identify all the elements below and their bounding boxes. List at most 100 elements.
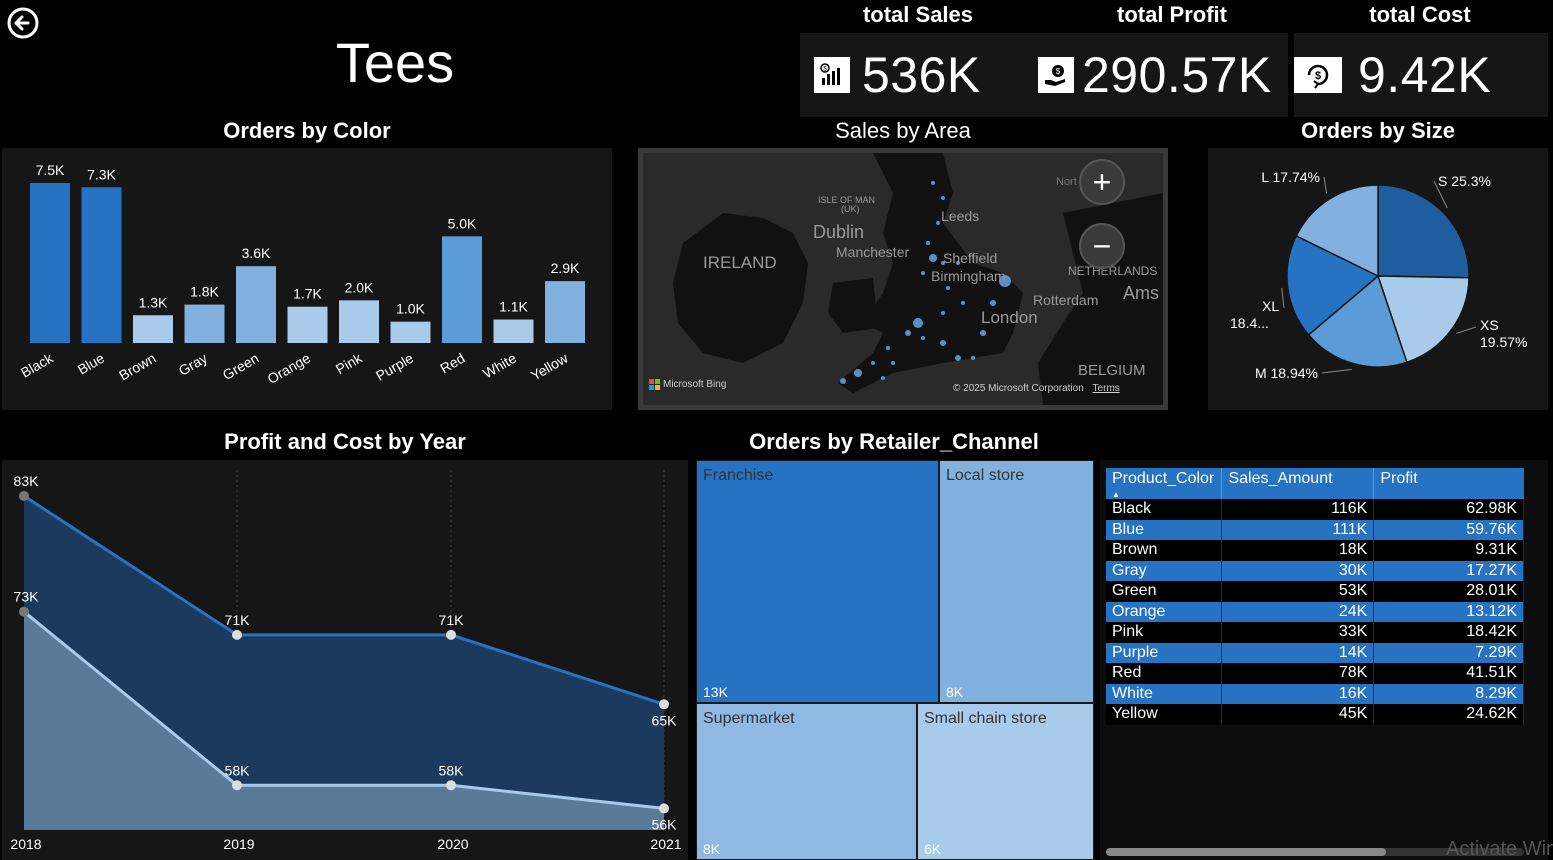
bar[interactable]: [184, 304, 225, 343]
series-point[interactable]: [232, 629, 242, 640]
table-row[interactable]: Red 78K 41.51K: [1106, 663, 1524, 684]
cell-sales-amount: 33K: [1221, 622, 1375, 643]
bar[interactable]: [81, 187, 122, 343]
bar-data-label: 5.0K: [448, 215, 477, 231]
bar[interactable]: [133, 315, 173, 343]
profit-cost-chart[interactable]: 83K 71K 71K 65K 73K 58K 58K 56K 2018 2019 2020 2021: [2, 460, 688, 860]
pie-data-label: XL: [1262, 298, 1279, 314]
treemap-cell-local-store[interactable]: Local store 8K: [939, 460, 1094, 703]
bar-category-label: Gray: [176, 350, 210, 379]
table-row[interactable]: Purple 14K 7.29K: [1106, 642, 1524, 663]
table-header-row: Product_Color ▲ Sales_Amount Profit: [1106, 468, 1524, 499]
bar[interactable]: [545, 281, 585, 343]
table-row[interactable]: Yellow 45K 24.62K: [1106, 704, 1524, 725]
column-header-label: Product_Color: [1112, 470, 1215, 487]
map-label-sheffield: Sheffield: [943, 250, 997, 266]
table-row[interactable]: Green 53K 28.01K: [1106, 581, 1524, 602]
map-label-london: London: [981, 308, 1038, 327]
series-point[interactable]: [446, 780, 456, 791]
pie-data-label: M 18.94%: [1255, 365, 1318, 381]
bing-text: Microsoft Bing: [663, 379, 727, 390]
series-point[interactable]: [659, 803, 669, 814]
bar-data-label: 1.3K: [139, 294, 168, 310]
scrollbar-thumb[interactable]: [1106, 848, 1386, 856]
map-label-ams: Ams: [1123, 283, 1159, 303]
area-chart-svg: 83K 71K 71K 65K 73K 58K 58K 56K 2018 2019 2020 2021: [10, 470, 682, 852]
bar-chart-svg: 7.5K Black 7.3K Blue 1.3K Brown 1.8K Gray 3.6K Gr…: [18, 162, 585, 387]
point-data-label: 83K: [14, 473, 40, 489]
copyright-text: © 2025 Microsoft Corporation: [953, 383, 1084, 394]
bar[interactable]: [287, 306, 328, 343]
bar-category-label: White: [480, 350, 519, 382]
money-hand-icon: $: [1038, 57, 1074, 93]
treemap[interactable]: Franchise 13K Local store 8K Supermarket…: [696, 460, 1094, 860]
series-point[interactable]: [659, 699, 669, 710]
cell-profit: 41.51K: [1373, 663, 1524, 684]
map-label-north: Nort: [1056, 176, 1077, 188]
treemap-cell-supermarket[interactable]: Supermarket 8K: [696, 703, 917, 860]
x-tick-label: 2018: [10, 836, 41, 852]
svg-text:$: $: [1315, 70, 1321, 82]
cell-sales-amount: 45K: [1221, 704, 1375, 725]
treemap-cell-small-chain[interactable]: Small chain store 6K: [917, 703, 1094, 860]
pie-leader-line: [1321, 368, 1352, 374]
cell-sales-amount: 30K: [1221, 560, 1375, 581]
series-point[interactable]: [19, 606, 29, 617]
bar-data-label: 2.9K: [551, 260, 580, 276]
pie-data-label-value: 18.4...: [1230, 315, 1269, 331]
table-row[interactable]: Blue 111K 59.76K: [1106, 519, 1524, 540]
series-point[interactable]: [446, 629, 456, 640]
bar[interactable]: [236, 266, 276, 343]
treemap-cell-franchise[interactable]: Franchise 13K: [696, 460, 939, 703]
bar[interactable]: [390, 321, 431, 343]
bar-category-label: Purple: [373, 350, 416, 384]
sales-by-area-map[interactable]: IRELAND Dublin ISLE OF MAN (UK) Leeds Ma…: [638, 148, 1168, 410]
bar-category-label: Blue: [75, 350, 107, 378]
table-row[interactable]: White 16K 8.29K: [1106, 683, 1524, 704]
treemap-value: 6K: [924, 841, 942, 857]
bar[interactable]: [442, 236, 482, 343]
treemap-label: Supermarket: [703, 710, 795, 727]
data-table-wrap[interactable]: Product_Color ▲ Sales_Amount Profit Blac…: [1106, 468, 1524, 725]
treemap-label: Franchise: [703, 467, 774, 484]
pie-slice[interactable]: [1377, 184, 1470, 279]
point-data-label: 73K: [14, 589, 40, 605]
cell-product-color: Green: [1106, 581, 1223, 602]
cell-sales-amount: 14K: [1221, 642, 1375, 663]
cell-sales-amount: 18K: [1221, 540, 1375, 561]
table-row[interactable]: Pink 33K 18.42K: [1106, 622, 1524, 643]
kpi-cost-card: $ 9.42K: [1294, 33, 1548, 117]
back-button[interactable]: [6, 6, 40, 40]
table-row[interactable]: Black 116K 62.98K: [1106, 499, 1524, 520]
cell-product-color: White: [1106, 683, 1223, 704]
cell-profit: 17.27K: [1373, 560, 1524, 581]
bar[interactable]: [30, 183, 70, 343]
orders-by-size-chart[interactable]: S 25.3% XS 19.57% M 18.94% XL 18.4... L 17.74%: [1208, 148, 1548, 410]
series-point[interactable]: [232, 780, 242, 791]
point-data-label: 58K: [439, 762, 465, 778]
column-header-sales-amount[interactable]: Sales_Amount: [1221, 468, 1375, 499]
treemap-value: 13K: [703, 684, 728, 700]
bar[interactable]: [339, 300, 379, 343]
bar[interactable]: [493, 319, 534, 343]
table-row[interactable]: Gray 30K 17.27K: [1106, 560, 1524, 581]
series-point[interactable]: [19, 491, 29, 501]
table-row[interactable]: Brown 18K 9.31K: [1106, 540, 1524, 561]
pie-leader-line: [1281, 287, 1285, 309]
column-header-product-color[interactable]: Product_Color ▲: [1106, 468, 1223, 499]
cell-product-color: Yellow: [1106, 704, 1223, 725]
terms-link[interactable]: Terms: [1093, 383, 1120, 394]
map-zoom-in-button[interactable]: +: [1079, 159, 1125, 205]
orders-by-color-chart[interactable]: 7.5K Black 7.3K Blue 1.3K Brown 1.8K Gray 3.6K Gr…: [2, 148, 612, 410]
svg-text:$: $: [1056, 67, 1061, 76]
cell-product-color: Purple: [1106, 642, 1223, 663]
table-row[interactable]: Orange 24K 13.12K: [1106, 601, 1524, 622]
bar-data-label: 1.0K: [396, 301, 425, 317]
profit-cost-title: Profit and Cost by Year: [224, 429, 466, 454]
column-header-profit[interactable]: Profit: [1373, 468, 1524, 499]
bar-data-label: 3.6K: [242, 245, 271, 261]
map-zoom-out-button[interactable]: −: [1079, 223, 1125, 269]
back-arrow-icon: [7, 7, 39, 39]
bar-category-label: Black: [18, 349, 57, 380]
kpi-sales-label: total Sales: [800, 2, 1036, 32]
